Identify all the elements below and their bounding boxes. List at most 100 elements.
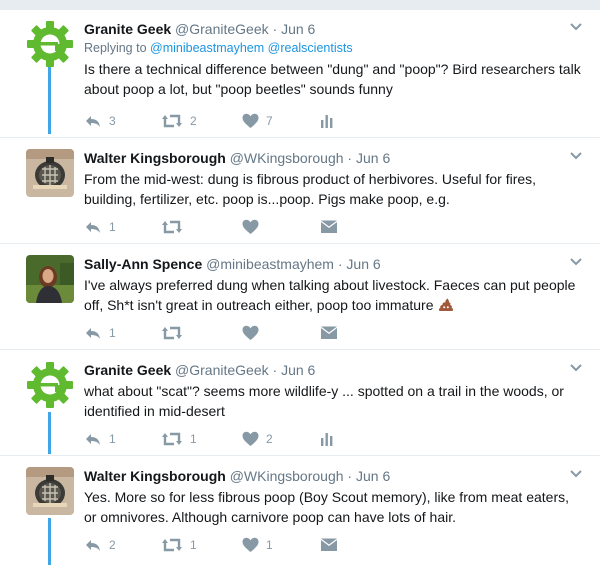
profile-photo-icon [26,255,74,303]
like-icon [242,537,259,552]
timestamp[interactable]: Jun 6 [281,362,315,378]
gear-logo-icon [27,362,73,408]
avatar[interactable] [26,361,74,409]
tweet-text: From the mid-west: dung is fibrous produ… [84,171,537,207]
reply-button[interactable]: 1 [84,430,116,448]
message-icon [321,220,337,233]
analytics-button[interactable] [320,430,334,448]
username[interactable]: @WKingsborough [230,150,344,166]
display-name[interactable]: Sally-Ann Spence [84,256,202,272]
tweet[interactable]: Walter Kingsborough @WKingsborough · Jun… [0,461,600,565]
tweet-header: Walter Kingsborough @WKingsborough · Jun… [84,149,584,167]
tweet-header: Granite Geek @GraniteGeek · Jun 6 [84,361,584,379]
avatar[interactable] [26,467,74,515]
tweet[interactable]: Granite Geek @GraniteGeek · Jun 6 what a… [0,355,600,455]
separator: · [272,21,278,37]
like-icon [242,113,259,128]
poop-emoji-icon [438,298,453,311]
timestamp[interactable]: Jun 6 [346,256,380,272]
analytics-button[interactable] [320,112,334,130]
username[interactable]: @minibeastmayhem [206,256,334,272]
direct-message-button[interactable] [320,536,338,554]
timestamp[interactable]: Jun 6 [356,150,390,166]
direct-message-button[interactable] [320,218,338,236]
like-icon [242,325,259,340]
turtle-avatar-icon [26,149,74,197]
retweet-icon [162,432,182,446]
timeline-top-strip [0,0,600,10]
like-button[interactable]: 7 [242,112,273,130]
retweet-button[interactable] [161,324,190,342]
username[interactable]: @WKingsborough [230,468,344,484]
message-icon [321,326,337,339]
avatar[interactable] [26,20,74,68]
display-name[interactable]: Granite Geek [84,21,171,37]
retweet-button[interactable]: 1 [161,536,197,554]
timestamp[interactable]: Jun 6 [356,468,390,484]
username[interactable]: @GraniteGeek [175,362,269,378]
analytics-icon [321,115,333,128]
reply-icon [86,540,100,551]
display-name[interactable]: Walter Kingsborough [84,468,226,484]
like-button[interactable]: 2 [242,430,273,448]
reply-count: 1 [109,326,116,340]
tweet-divider [0,349,600,350]
retweet-button[interactable]: 1 [161,430,197,448]
tweet[interactable]: Walter Kingsborough @WKingsborough · Jun… [0,143,600,243]
tweet[interactable]: Sally-Ann Spence @minibeastmayhem · Jun … [0,249,600,349]
avatar[interactable] [26,255,74,303]
display-name[interactable]: Walter Kingsborough [84,150,226,166]
reply-button[interactable]: 2 [84,536,116,554]
tweet-divider [0,137,600,138]
reply-button[interactable]: 1 [84,218,116,236]
analytics-icon [321,433,333,446]
like-button[interactable] [242,324,266,342]
like-button[interactable]: 1 [242,536,273,554]
tweet-text: Is there a technical difference between … [84,61,581,97]
retweet-count: 2 [190,114,197,128]
retweet-button[interactable]: 2 [161,112,197,130]
separator: · [272,362,278,378]
reply-button[interactable]: 3 [84,112,116,130]
timestamp[interactable]: Jun 6 [281,21,315,37]
reply-button[interactable]: 1 [84,324,116,342]
tweet[interactable]: Granite Geek @GraniteGeek · Jun 6 Replyi… [0,14,600,134]
reply-icon [86,116,100,127]
like-count: 2 [266,432,273,446]
like-button[interactable] [242,218,266,236]
tweet-header: Sally-Ann Spence @minibeastmayhem · Jun … [84,255,584,273]
tweet-divider [0,243,600,244]
tweet-header: Granite Geek @GraniteGeek · Jun 6 [84,20,584,38]
retweet-icon [162,538,182,552]
like-icon [242,431,259,446]
gear-logo-icon [27,21,73,67]
replying-to: Replying to @minibeastmayhem @realscient… [84,39,584,57]
display-name[interactable]: Granite Geek [84,362,171,378]
reply-count: 3 [109,114,116,128]
retweet-button[interactable] [161,218,190,236]
reply-icon [86,328,100,339]
reply-count: 2 [109,538,116,552]
turtle-avatar-icon [26,467,74,515]
mention-link[interactable]: @minibeastmayhem [150,41,264,55]
username[interactable]: @GraniteGeek [175,21,269,37]
tweet-header: Walter Kingsborough @WKingsborough · Jun… [84,467,584,485]
reply-count: 1 [109,432,116,446]
separator: · [347,150,353,166]
reply-icon [86,222,100,233]
message-icon [321,538,337,551]
avatar[interactable] [26,149,74,197]
retweet-count: 1 [190,538,197,552]
like-count: 7 [266,114,273,128]
tweet-text: Yes. More so for less fibrous poop (Boy … [84,489,570,525]
mention-link[interactable]: @realscientists [268,41,353,55]
tweet-text: I've always preferred dung when talking … [84,277,576,313]
like-icon [242,219,259,234]
retweet-icon [162,114,182,128]
separator: · [337,256,343,272]
tweet-divider [0,455,600,456]
retweet-icon [162,326,182,340]
direct-message-button[interactable] [320,324,338,342]
replying-prefix: Replying to [84,41,147,55]
retweet-icon [162,220,182,234]
